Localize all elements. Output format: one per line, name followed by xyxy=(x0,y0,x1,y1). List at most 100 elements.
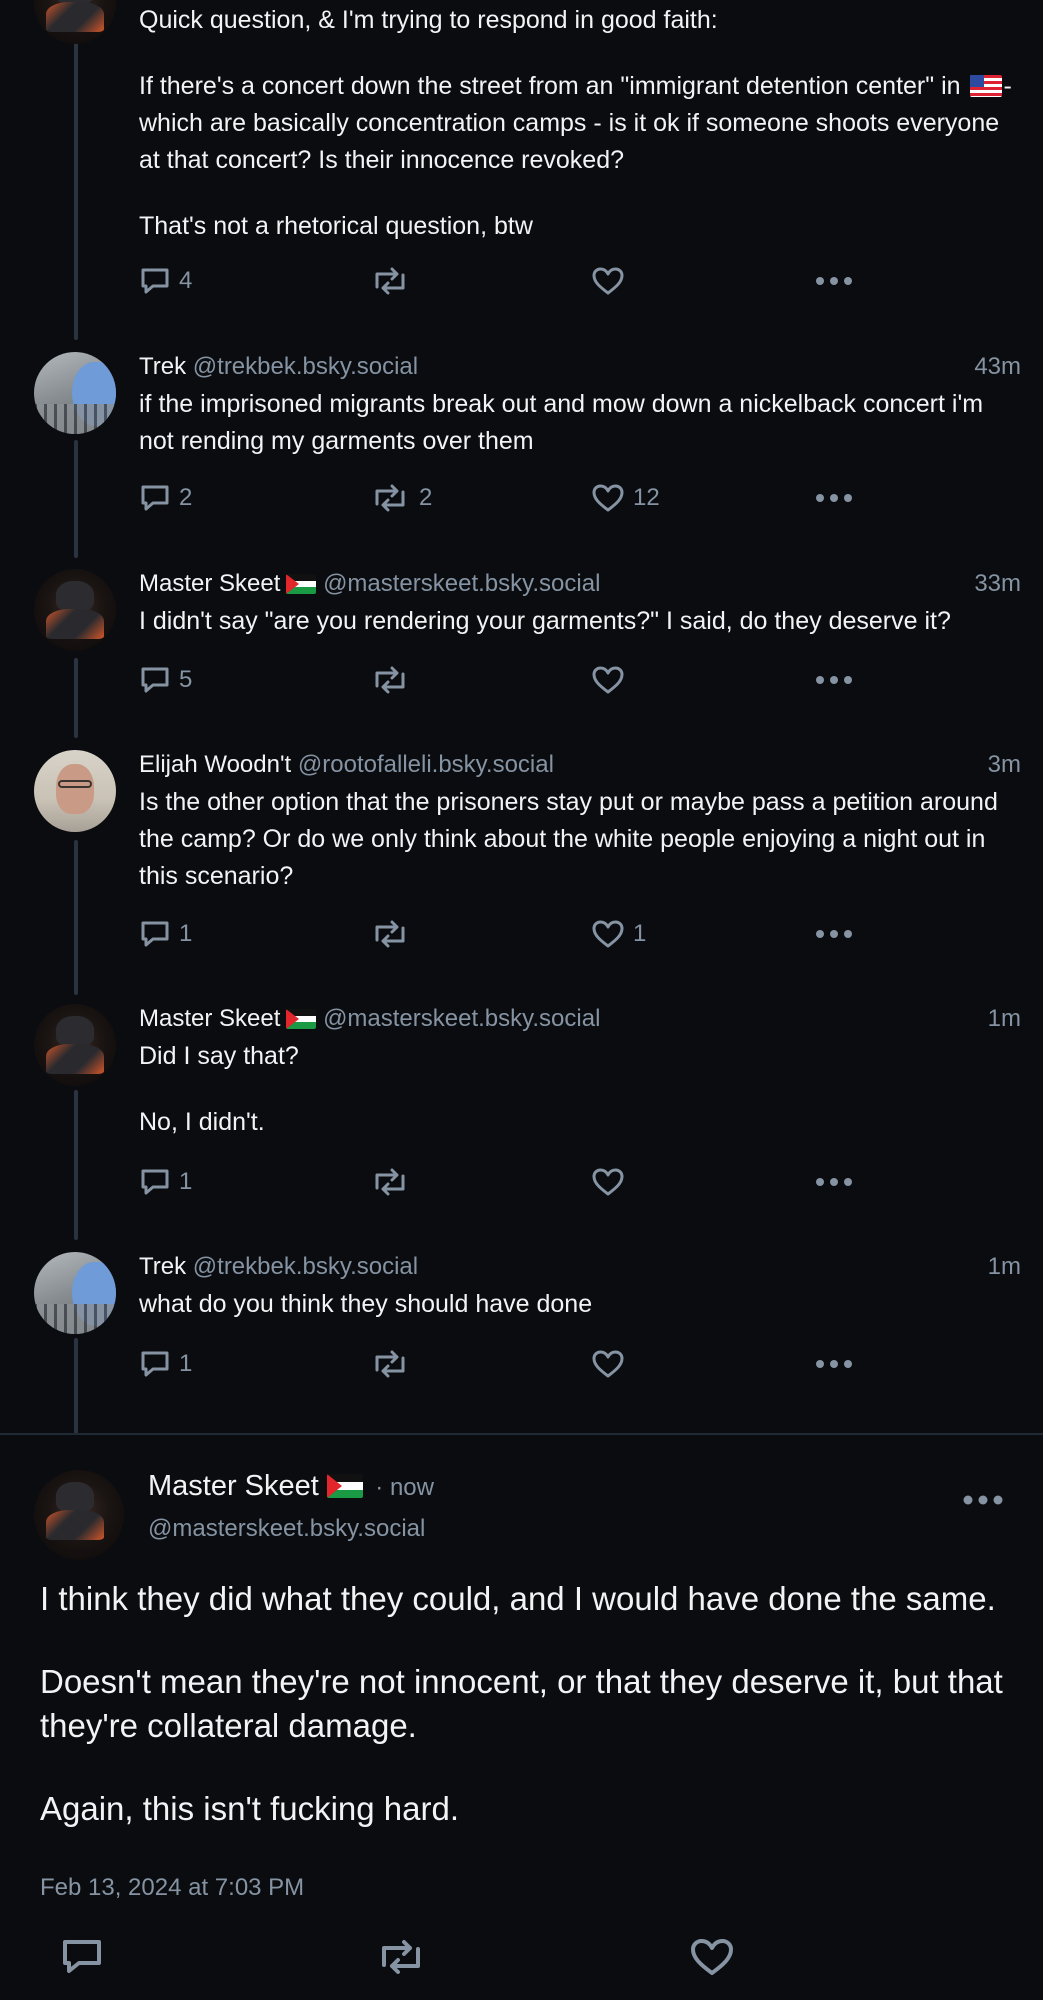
reply-button[interactable]: 2 xyxy=(139,482,192,514)
thread-line xyxy=(74,440,78,558)
like-button[interactable]: 12 xyxy=(591,482,660,514)
main-repost-button[interactable] xyxy=(374,1936,428,1983)
more-icon xyxy=(816,1178,852,1186)
thread-line xyxy=(74,658,78,738)
post-text: what do you think they should have done xyxy=(139,1290,593,1318)
author-handle[interactable]: @rootofalleli.bsky.social xyxy=(298,751,554,778)
like-button[interactable] xyxy=(591,1166,633,1198)
repost-icon xyxy=(375,484,405,512)
reply-icon xyxy=(141,268,169,294)
reply-icon xyxy=(141,921,169,947)
repost-button[interactable] xyxy=(369,664,419,696)
reply-icon xyxy=(141,667,169,693)
more-button[interactable] xyxy=(814,664,854,696)
repost-button[interactable]: 2 xyxy=(369,482,432,514)
more-icon xyxy=(816,277,852,285)
avatar[interactable] xyxy=(34,352,116,434)
post-actions: 1 xyxy=(139,1348,899,1388)
like-icon xyxy=(592,920,624,948)
reply-button[interactable]: 5 xyxy=(139,664,192,696)
avatar[interactable] xyxy=(34,1252,116,1334)
post-time: 33m xyxy=(974,570,1021,597)
more-button[interactable] xyxy=(814,918,854,950)
post-header: Trek @trekbek.bsky.social xyxy=(139,1250,1021,1284)
main-more-button[interactable] xyxy=(962,1488,1004,1517)
post-text: I didn't say "are you rendering your gar… xyxy=(139,607,951,635)
author-name[interactable]: Trek xyxy=(139,1253,186,1280)
post-time: 1m xyxy=(987,1253,1021,1280)
like-icon xyxy=(592,267,624,295)
like-button[interactable] xyxy=(591,1348,633,1380)
reply-icon xyxy=(141,1169,169,1195)
reply-button[interactable]: 4 xyxy=(139,265,192,297)
post-header: Elijah Woodn't @rootofalleli.bsky.social xyxy=(139,748,1021,782)
repost-button[interactable] xyxy=(369,1348,419,1380)
main-reply-button[interactable] xyxy=(60,1936,104,1983)
repost-button[interactable] xyxy=(369,1166,419,1198)
author-handle[interactable]: @masterskeet.bsky.social xyxy=(323,1005,600,1032)
post-text: Is the other option that the prisoners s… xyxy=(139,788,998,890)
post-time: 3m xyxy=(987,751,1021,778)
main-like-button[interactable] xyxy=(689,1936,735,1983)
thread-line xyxy=(74,840,78,995)
more-icon xyxy=(816,494,852,502)
like-button[interactable] xyxy=(591,664,633,696)
post-actions: 5 xyxy=(139,664,899,704)
main-author-handle[interactable]: @masterskeet.bsky.social xyxy=(148,1515,425,1543)
avatar[interactable] xyxy=(34,750,116,832)
post-text: Did I say that? No, I didn't. xyxy=(139,1042,299,1136)
like-icon xyxy=(592,484,624,512)
reply-button[interactable]: 1 xyxy=(139,1348,192,1380)
reply-icon xyxy=(141,1351,169,1377)
author-handle[interactable]: @trekbek.bsky.social xyxy=(193,1253,418,1280)
main-avatar[interactable] xyxy=(34,1470,124,1560)
repost-button[interactable] xyxy=(369,265,419,297)
author-name[interactable]: Trek xyxy=(139,353,186,380)
palestine-flag-icon xyxy=(286,574,317,594)
repost-button[interactable] xyxy=(369,918,419,950)
post-header: Master Skeet @masterskeet.bsky.social xyxy=(139,1002,1021,1036)
post-header: Master Skeet @masterskeet.bsky.social xyxy=(139,567,1021,601)
more-button[interactable] xyxy=(814,1166,854,1198)
main-author-name[interactable]: Master Skeet xyxy=(148,1470,319,1502)
author-handle[interactable]: @trekbek.bsky.social xyxy=(193,353,418,380)
like-icon xyxy=(592,1168,624,1196)
repost-icon xyxy=(375,666,405,694)
reply-button[interactable]: 1 xyxy=(139,918,192,950)
more-button[interactable] xyxy=(814,1348,854,1380)
reply-icon xyxy=(63,1940,101,1973)
post-time: 1m xyxy=(987,1005,1021,1032)
us-flag-icon xyxy=(969,75,1002,97)
post-time: 43m xyxy=(974,353,1021,380)
like-button[interactable] xyxy=(591,265,633,297)
repost-icon xyxy=(375,267,405,295)
more-button[interactable] xyxy=(814,482,854,514)
repost-icon xyxy=(375,1350,405,1378)
main-post-text: I think they did what they could, and I … xyxy=(40,1580,1003,1827)
palestine-flag-icon xyxy=(326,1474,363,1498)
reply-icon xyxy=(141,485,169,511)
author-name[interactable]: Master Skeet xyxy=(139,1005,280,1032)
avatar[interactable] xyxy=(34,0,116,44)
post-text: if the imprisoned migrants break out and… xyxy=(139,390,984,455)
post-text: Quick question, & I'm trying to respond … xyxy=(139,6,1012,240)
more-button[interactable] xyxy=(814,265,854,297)
post-actions: 2 2 12 xyxy=(139,482,899,522)
repost-icon xyxy=(375,1168,405,1196)
like-button[interactable]: 1 xyxy=(591,918,646,950)
more-icon xyxy=(816,930,852,938)
more-icon xyxy=(816,676,852,684)
reply-button[interactable]: 1 xyxy=(139,1166,192,1198)
main-post-date: Feb 13, 2024 at 7:03 PM xyxy=(40,1874,305,1901)
repost-icon xyxy=(375,920,405,948)
thread-line xyxy=(74,1090,78,1240)
avatar[interactable] xyxy=(34,569,116,651)
thread-line xyxy=(74,0,78,340)
author-name[interactable]: Elijah Woodn't xyxy=(139,751,291,778)
author-name[interactable]: Master Skeet xyxy=(139,570,280,597)
author-handle[interactable]: @masterskeet.bsky.social xyxy=(323,570,600,597)
more-icon xyxy=(963,1495,1003,1505)
avatar[interactable] xyxy=(34,1004,116,1086)
divider xyxy=(0,1433,1043,1435)
thread-line xyxy=(74,1338,78,1434)
